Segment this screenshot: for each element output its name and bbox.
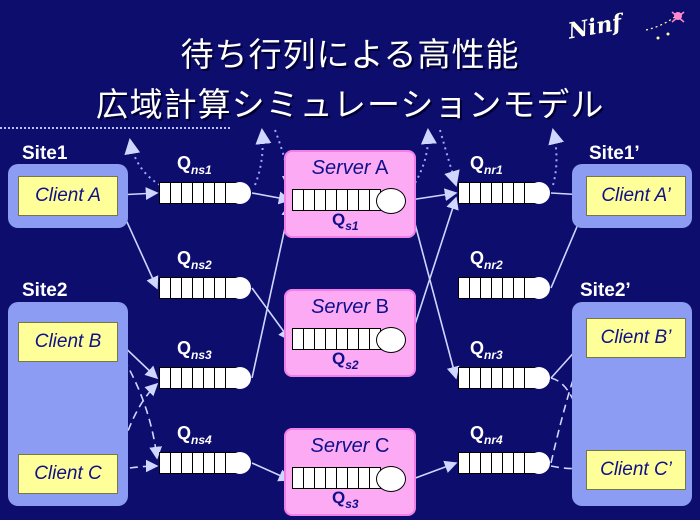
sparkle-icon <box>645 11 685 40</box>
arrow-serverA-qnr3 <box>409 204 460 380</box>
site1-prime-label: Site1’ <box>589 143 640 164</box>
qns1-label: Qns1 <box>177 153 212 177</box>
client-c: Client C <box>18 454 118 494</box>
qns2-service-node <box>229 277 251 299</box>
qns3-label: Qns3 <box>177 338 212 362</box>
client-a: Client A <box>18 176 118 216</box>
loop-qns1-up <box>254 128 272 186</box>
qs1-label: Qs1 <box>332 210 359 233</box>
qns1-service-node <box>229 182 251 204</box>
server-b-name: Server B <box>311 296 389 318</box>
qs3-label: Qs3 <box>332 488 359 511</box>
qns3-queue <box>159 367 237 389</box>
qns4-label: Qns4 <box>177 423 212 447</box>
qns4-service-node <box>229 452 251 474</box>
server-a-processor <box>376 188 406 214</box>
server-a-queue <box>292 189 381 211</box>
server-c-name: Server C <box>310 435 390 457</box>
site2-prime-label: Site2’ <box>580 280 631 301</box>
server-a: Server A Qs1 <box>284 150 416 238</box>
qns4-queue <box>159 452 237 474</box>
server-c: Server C Qs3 <box>284 428 416 516</box>
server-a-name: Server A <box>311 157 389 179</box>
slide-title-line2: 広域計算シミュレーションモデル <box>95 85 605 124</box>
qns1-queue <box>159 182 237 204</box>
server-c-processor <box>376 466 406 492</box>
qns2-queue <box>159 277 237 299</box>
qs2-label: Qs2 <box>332 349 359 372</box>
site1-label: Site1 <box>22 143 68 164</box>
qns3-service-node <box>229 367 251 389</box>
qnr4-queue <box>458 452 536 474</box>
server-b-queue <box>292 328 381 350</box>
site2-label: Site2 <box>22 280 68 301</box>
server-c-queue <box>292 467 381 489</box>
arrow-serverA-qnr1 <box>409 188 458 202</box>
server-b: Server B Qs2 <box>284 289 416 377</box>
qnr1-service-node <box>528 182 550 204</box>
client-b-prime: Client B’ <box>586 318 686 358</box>
qnr4-label: Qnr4 <box>470 423 503 447</box>
qns2-label: Qns2 <box>177 248 212 272</box>
ninf-logo: Ninf <box>566 8 692 48</box>
qnr3-service-node <box>528 367 550 389</box>
qnr2-label: Qnr2 <box>470 248 503 272</box>
loop-site1-out <box>124 138 161 186</box>
arrow-serverB-qnr1 <box>409 196 459 341</box>
title-divider <box>0 127 230 129</box>
qnr1-label: Qnr1 <box>470 153 503 177</box>
qnr3-queue <box>458 367 536 389</box>
server-b-processor <box>376 327 406 353</box>
qnr1-queue <box>458 182 536 204</box>
qnr2-service-node <box>528 277 550 299</box>
loop-qnr1-in <box>439 129 460 187</box>
client-b: Client B <box>18 322 118 362</box>
qnr3-label: Qnr3 <box>470 338 503 362</box>
loop-qnr1-up <box>548 128 564 186</box>
qnr4-service-node <box>528 452 550 474</box>
slide: 待ち行列による高性能 広域計算シミュレーションモデル Ninf Site1 Si… <box>0 0 700 520</box>
qnr2-queue <box>458 277 536 299</box>
client-a-prime: Client A’ <box>586 176 686 216</box>
client-c-prime: Client C’ <box>586 450 686 490</box>
arrow-serverC-qnr4 <box>409 460 458 481</box>
